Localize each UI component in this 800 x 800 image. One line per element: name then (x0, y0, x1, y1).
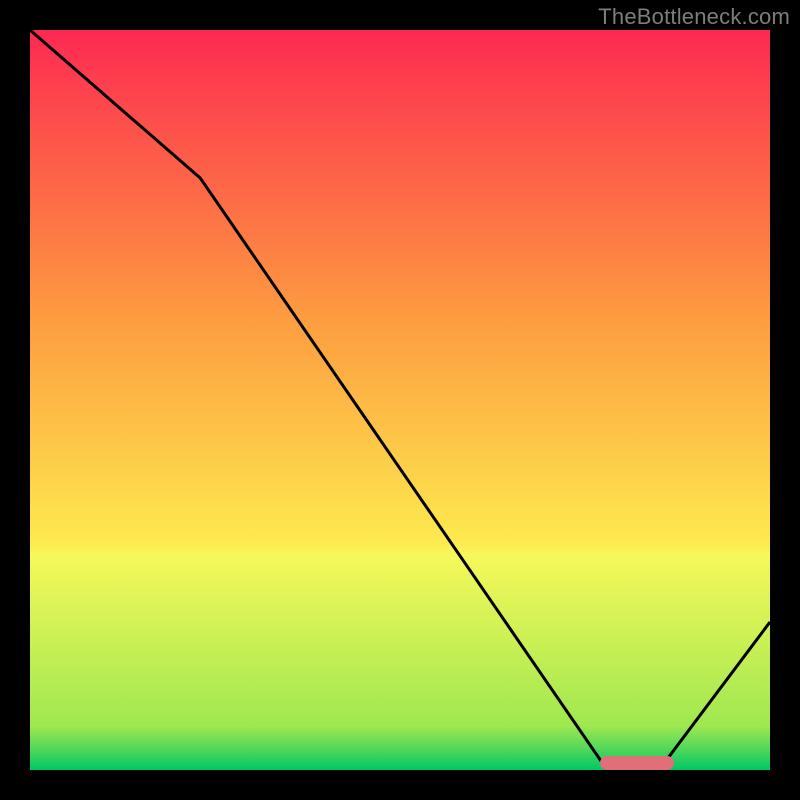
curve-path (30, 30, 770, 770)
watermark-text: TheBottleneck.com (598, 4, 790, 30)
optimal-range-marker (600, 756, 674, 770)
chart-wrapper: TheBottleneck.com (0, 0, 800, 800)
line-chart (30, 30, 770, 770)
